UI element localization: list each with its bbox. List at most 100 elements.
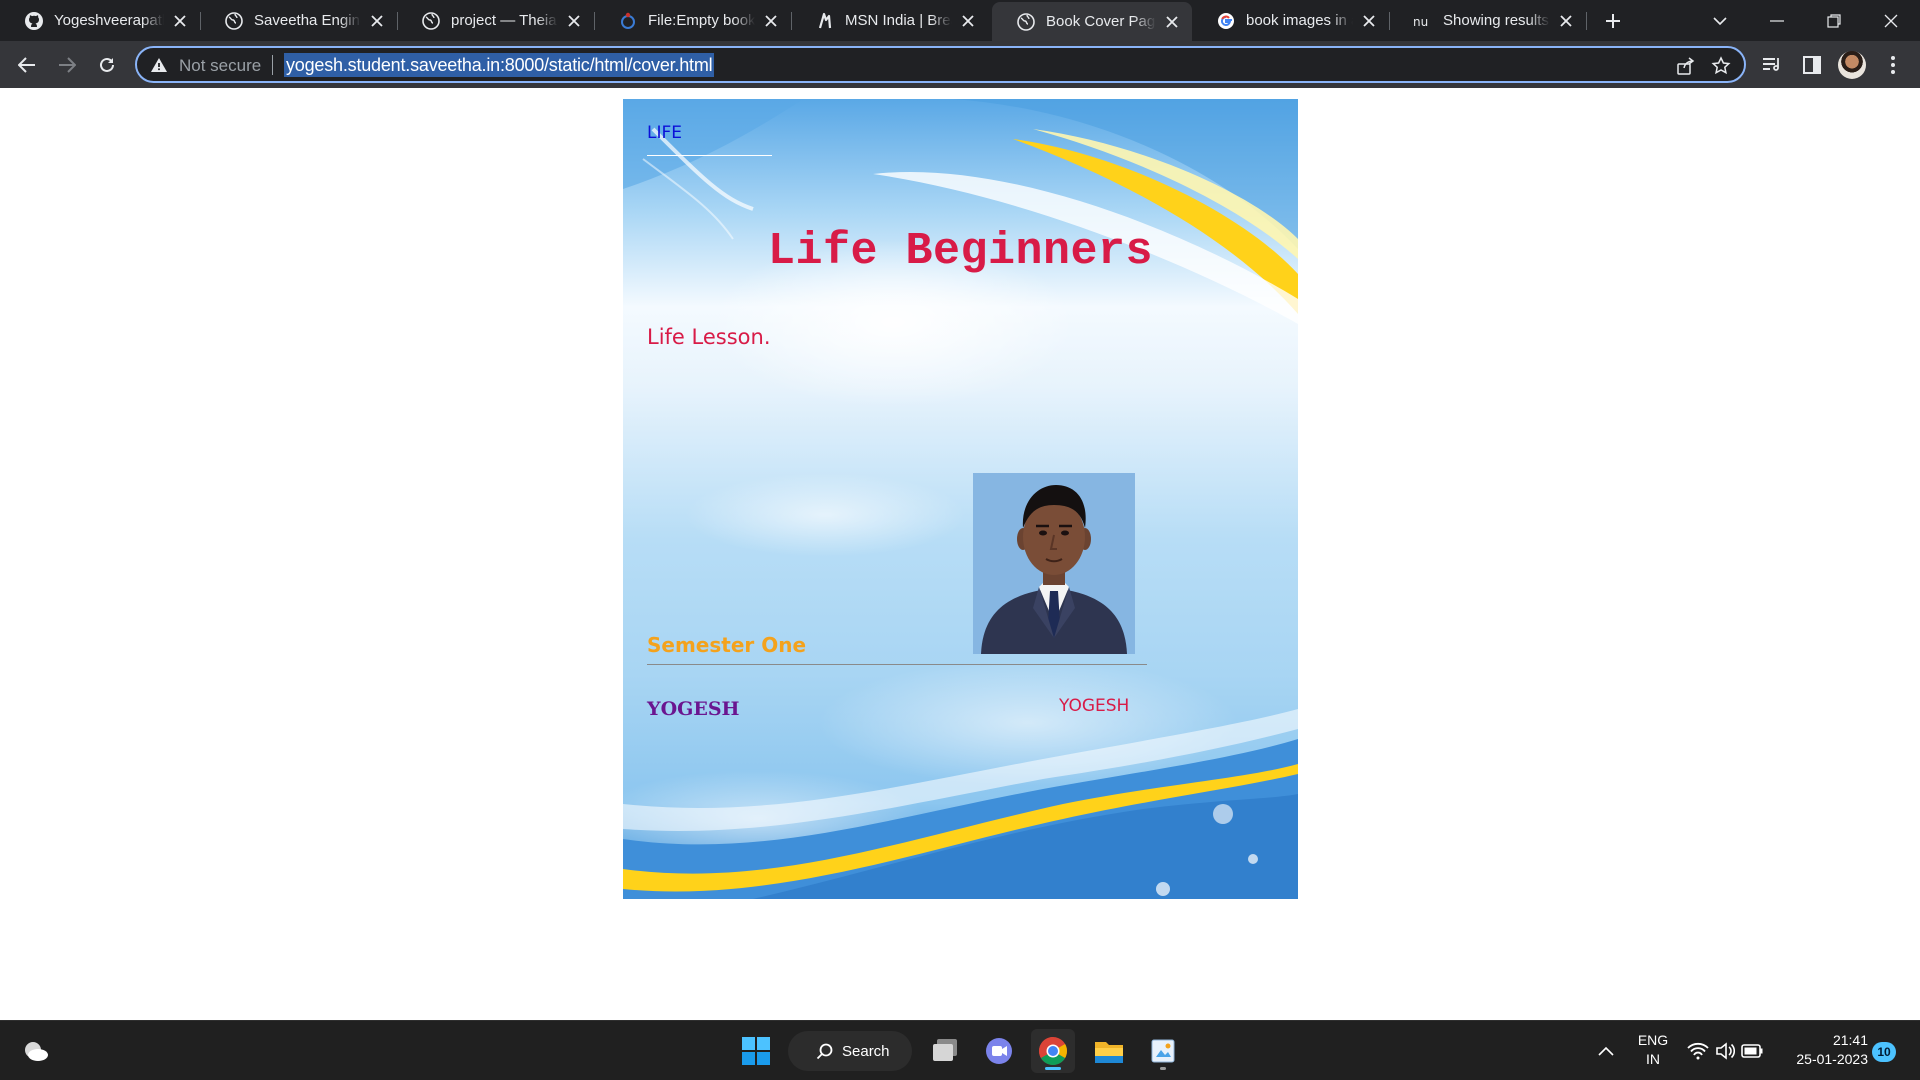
tab-title: Yogeshveerapathi [54, 12, 164, 29]
tab-title: project — Theia Theia [451, 12, 558, 29]
running-indicator [1160, 1067, 1166, 1070]
cover-author-left: YOGESH [647, 698, 740, 720]
minimize-icon [1770, 19, 1784, 22]
back-button[interactable] [11, 49, 43, 81]
folder-icon [1095, 1042, 1123, 1063]
minimize-button[interactable] [1749, 0, 1805, 41]
tab-results[interactable]: nu Showing results for [1389, 0, 1586, 41]
profile-avatar[interactable] [1838, 51, 1866, 79]
tab-book-cover-active[interactable]: Book Cover Page [992, 2, 1192, 41]
arrow-right-icon [59, 57, 76, 73]
close-icon [1884, 14, 1898, 27]
paint-icon [1151, 1039, 1175, 1063]
bookmark-star-icon[interactable] [1709, 54, 1733, 78]
reload-button[interactable] [91, 49, 123, 81]
chrome-icon [1039, 1037, 1067, 1065]
tab-saveetha[interactable]: Saveetha Engineering College [200, 0, 397, 41]
region-code: IN [1646, 1051, 1660, 1067]
close-window-button[interactable] [1863, 0, 1919, 41]
tab-title: MSN India | Breaking News [845, 12, 952, 29]
close-icon[interactable] [1359, 11, 1379, 31]
tab-github[interactable]: Yogeshveerapathi [0, 0, 200, 41]
url-text[interactable]: yogesh.student.saveetha.in:8000/static/h… [284, 53, 715, 77]
tab-search-button[interactable] [1692, 0, 1748, 41]
wikimedia-icon [618, 11, 638, 31]
swoosh-background [623, 99, 1298, 899]
language-code: ENG [1637, 1032, 1669, 1048]
cover-author-right: YOGESH [1059, 696, 1130, 716]
chevron-up-icon [1598, 1046, 1614, 1056]
github-icon [24, 11, 44, 31]
globe-icon [224, 11, 244, 31]
chevron-down-icon [1713, 16, 1727, 25]
msn-icon [815, 11, 835, 31]
weather-cloud-icon [25, 1042, 48, 1061]
chat-icon [986, 1038, 1012, 1064]
close-icon[interactable] [1162, 12, 1182, 32]
tab-msn[interactable]: MSN India | Breaking News [791, 0, 988, 41]
language-indicator[interactable]: ENG IN [1630, 1031, 1676, 1069]
cover-semester: Semester One [647, 633, 807, 657]
clock[interactable]: 21:41 25-01-2023 [1782, 1031, 1868, 1069]
tab-title: Saveetha Engineering College [254, 12, 361, 29]
tab-title: book images in ai [1246, 12, 1353, 29]
google-icon [1216, 11, 1236, 31]
clock-time: 21:41 [1832, 1032, 1868, 1048]
task-view-button[interactable] [923, 1029, 967, 1073]
close-icon[interactable] [761, 11, 781, 31]
security-status[interactable]: Not secure [179, 56, 261, 76]
battery-icon [1741, 1044, 1763, 1058]
tab-title: Book Cover Page [1046, 13, 1156, 30]
warning-icon[interactable] [150, 56, 168, 74]
start-button[interactable] [734, 1029, 778, 1073]
tab-google[interactable]: book images in ai [1192, 0, 1389, 41]
restore-icon [1827, 13, 1841, 28]
weather-widget[interactable] [14, 1029, 58, 1073]
restore-button[interactable] [1806, 0, 1862, 41]
cover-title: Life Beginners [767, 226, 1154, 277]
close-icon[interactable] [367, 11, 387, 31]
paint-app-button[interactable] [1141, 1029, 1185, 1073]
omnibox-divider [272, 55, 273, 75]
tab-strip: Yogeshveerapathi Saveetha Engineering Co… [0, 0, 1920, 41]
taskbar-search[interactable]: Search [788, 1031, 912, 1071]
new-tab-button[interactable] [1600, 8, 1626, 34]
share-icon[interactable] [1674, 54, 1698, 78]
side-panel-icon[interactable] [1796, 49, 1828, 81]
wifi-icon [1687, 1042, 1709, 1060]
cover-subtitle: Life Lesson. [647, 325, 771, 349]
teams-chat-button[interactable] [977, 1029, 1021, 1073]
quick-settings-button[interactable] [1680, 1029, 1770, 1073]
page-viewport: LIFE Life Beginners Life Lesson. Semeste… [0, 88, 1920, 1020]
reload-icon [100, 57, 114, 72]
file-explorer-button[interactable] [1087, 1029, 1131, 1073]
tab-title: Showing results for [1443, 12, 1550, 29]
close-icon[interactable] [958, 11, 978, 31]
notification-badge[interactable]: 10 [1872, 1042, 1896, 1062]
close-icon[interactable] [1556, 11, 1576, 31]
close-icon[interactable] [564, 11, 584, 31]
reading-list-icon[interactable] [1756, 49, 1788, 81]
close-icon[interactable] [170, 11, 190, 31]
globe-icon [1016, 12, 1036, 32]
tab-theia[interactable]: project — Theia Theia [397, 0, 594, 41]
browser-toolbar: Not secure yogesh.student.saveetha.in:80… [0, 41, 1920, 88]
author-photo [973, 473, 1135, 654]
tab-wikimedia[interactable]: File:Empty book.jpg [594, 0, 791, 41]
top-label-underline [647, 155, 772, 156]
windows-taskbar: Search ENG IN 21:41 25-01-2023 10 [0, 1020, 1920, 1080]
arrow-left-icon [18, 57, 35, 73]
globe-icon [421, 11, 441, 31]
book-cover: LIFE Life Beginners Life Lesson. Semeste… [623, 99, 1298, 899]
search-icon [816, 1043, 833, 1060]
svg-text:nu: nu [1413, 15, 1428, 28]
chrome-taskbar-button[interactable] [1031, 1029, 1075, 1073]
cover-divider [647, 664, 1147, 665]
windows-logo-icon [742, 1037, 770, 1065]
menu-kebab-icon[interactable] [1877, 49, 1909, 81]
tab-title: File:Empty book.jpg [648, 12, 755, 29]
forward-button[interactable] [51, 49, 83, 81]
address-bar[interactable]: Not secure yogesh.student.saveetha.in:80… [135, 46, 1746, 83]
clock-date: 25-01-2023 [1796, 1051, 1868, 1067]
show-hidden-icons-button[interactable] [1588, 1029, 1624, 1073]
